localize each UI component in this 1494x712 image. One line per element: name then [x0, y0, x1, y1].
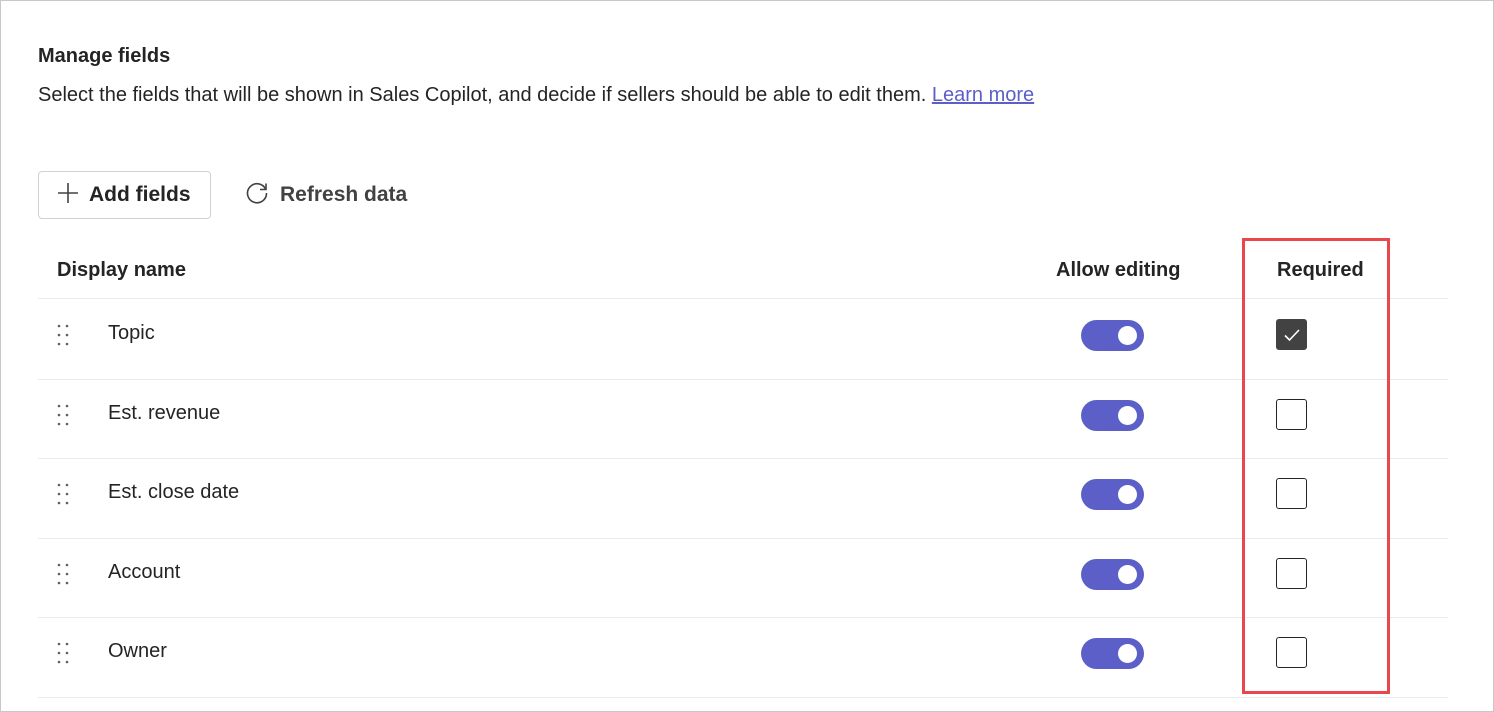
header-divider	[38, 298, 1448, 299]
field-display-name: Topic	[108, 322, 155, 344]
toggle-knob	[1118, 326, 1137, 345]
allow-editing-toggle[interactable]	[1081, 320, 1144, 351]
page-title: Manage fields	[38, 45, 171, 67]
plus-icon	[57, 182, 79, 209]
toggle-knob	[1118, 644, 1137, 664]
field-display-name: Est. revenue	[108, 401, 221, 424]
allow-editing-toggle[interactable]	[1081, 399, 1144, 431]
drag-handle-icon[interactable]	[56, 562, 70, 586]
field-display-name: Account	[108, 560, 181, 583]
drag-handle-icon[interactable]	[56, 403, 70, 427]
allow-editing-toggle[interactable]	[1081, 479, 1144, 511]
required-checkbox[interactable]	[1276, 398, 1307, 430]
add-fields-button[interactable]: Add fields	[38, 171, 211, 219]
required-checkbox[interactable]	[1276, 319, 1307, 350]
checkmark-icon	[1283, 328, 1300, 341]
manage-fields-panel: Manage fields Select the fields that wil…	[0, 0, 1494, 712]
description-text: Select the fields that will be shown in …	[38, 84, 927, 106]
add-fields-label: Add fields	[89, 183, 191, 206]
refresh-data-button[interactable]: Refresh data	[244, 171, 407, 219]
table-row: Account	[38, 539, 1448, 618]
required-checkbox[interactable]	[1276, 637, 1307, 669]
required-checkbox[interactable]	[1276, 478, 1307, 510]
field-display-name: Est. close date	[108, 481, 240, 504]
table-row: Owner	[38, 618, 1448, 697]
table-row: Est. close date	[38, 459, 1448, 538]
learn-more-link[interactable]: Learn more	[932, 84, 1034, 106]
column-header-display-name[interactable]: Display name	[57, 259, 186, 282]
row-divider	[38, 697, 1448, 698]
refresh-data-label: Refresh data	[280, 183, 408, 206]
column-header-required: Required	[1277, 259, 1364, 281]
allow-editing-toggle[interactable]	[1081, 558, 1144, 590]
toggle-knob	[1118, 405, 1137, 425]
allow-editing-toggle[interactable]	[1081, 638, 1144, 670]
table-row: Est. revenue	[38, 380, 1448, 459]
field-display-name: Owner	[108, 640, 167, 663]
table-row: Topic	[38, 300, 1448, 379]
drag-handle-icon[interactable]	[56, 482, 70, 506]
refresh-icon	[244, 180, 270, 211]
toggle-knob	[1118, 485, 1137, 505]
required-checkbox[interactable]	[1276, 557, 1307, 589]
drag-handle-icon[interactable]	[56, 323, 70, 347]
page-description: Select the fields that will be shown in …	[38, 84, 1034, 107]
column-header-allow-editing: Allow editing	[1056, 259, 1181, 281]
drag-handle-icon[interactable]	[56, 641, 70, 665]
toggle-knob	[1118, 564, 1137, 584]
